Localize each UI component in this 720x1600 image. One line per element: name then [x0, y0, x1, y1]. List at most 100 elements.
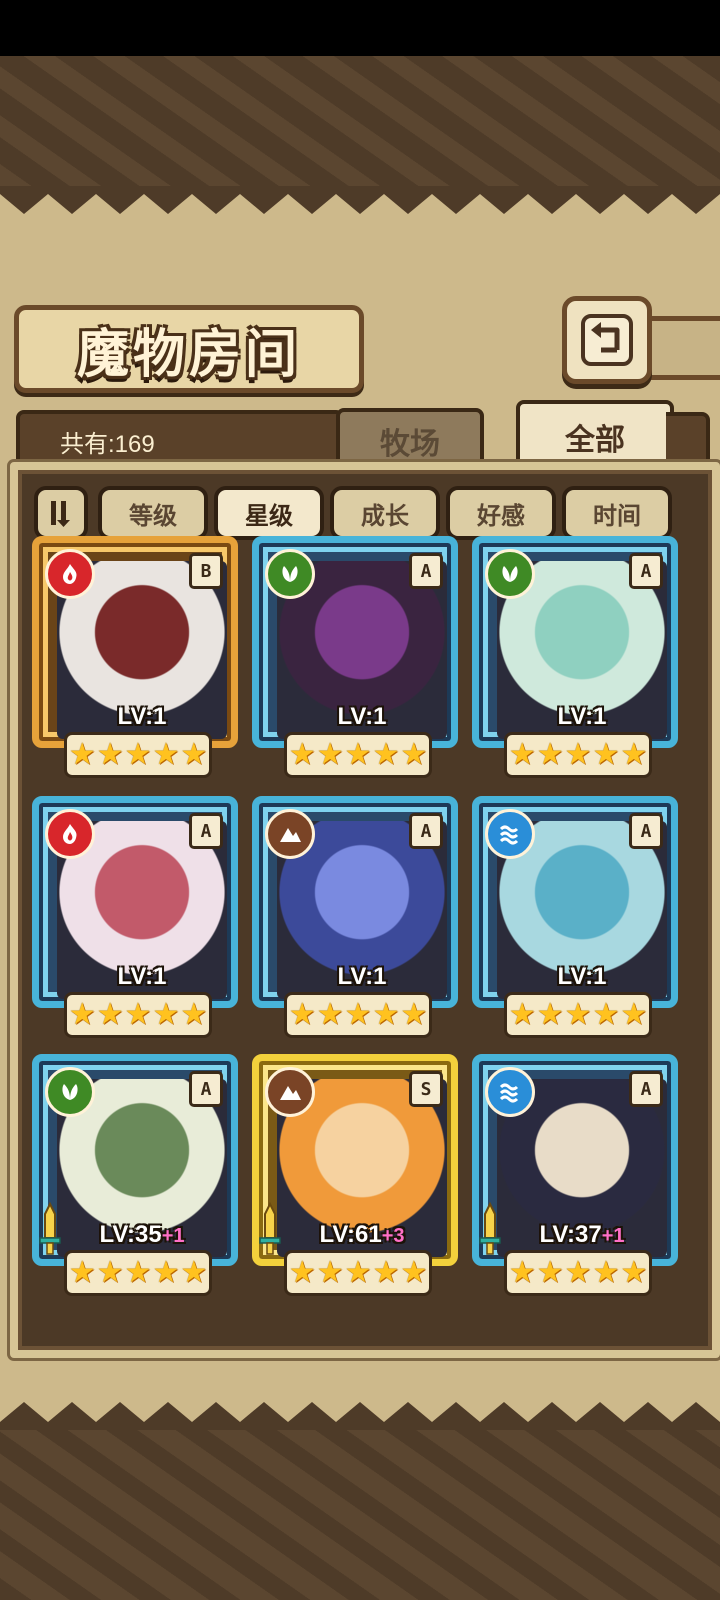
star-icon: ★ — [152, 737, 180, 772]
star-icon: ★ — [180, 737, 208, 772]
star-icon: ★ — [508, 997, 536, 1032]
star-icon: ★ — [288, 737, 316, 772]
level-text: LV:1 — [557, 703, 607, 730]
card-frame: A LV:37+1 — [472, 1054, 678, 1266]
monster-level: LV:1 — [259, 963, 451, 991]
star-icon: ★ — [400, 737, 428, 772]
sword-icon — [39, 1202, 61, 1255]
return-arrow-icon — [581, 314, 633, 366]
star-icon: ★ — [564, 1255, 592, 1290]
monster-card[interactable]: A LV:35+1 ★ ★ ★ ★ ★ — [32, 1054, 238, 1296]
star-icon: ★ — [536, 997, 564, 1032]
star-icon: ★ — [124, 737, 152, 772]
star-icon: ★ — [372, 1255, 400, 1290]
sort-level-button[interactable]: 等级 — [98, 486, 208, 540]
monster-level: LV:37+1 — [479, 1221, 671, 1249]
star-icon: ★ — [372, 997, 400, 1032]
card-frame: A LV:35+1 — [32, 1054, 238, 1266]
level-text: LV:1 — [117, 963, 167, 990]
status-bar — [0, 0, 720, 56]
zigzag-edge-top — [0, 186, 720, 214]
card-frame: A LV:1 — [472, 796, 678, 1008]
level-text: LV:1 — [117, 703, 167, 730]
sort-time-button[interactable]: 时间 — [562, 486, 672, 540]
star-icon: ★ — [96, 997, 124, 1032]
star-rating: ★ ★ ★ ★ ★ — [504, 1250, 652, 1296]
star-icon: ★ — [620, 737, 648, 772]
star-icon: ★ — [152, 997, 180, 1032]
level-text: LV:1 — [337, 963, 387, 990]
sort-growth-button[interactable]: 成长 — [330, 486, 440, 540]
star-icon: ★ — [400, 1255, 428, 1290]
star-icon: ★ — [592, 997, 620, 1032]
title-banner: 魔物房间 — [14, 305, 364, 393]
card-frame: B LV:1 — [32, 536, 238, 748]
level-text: LV:1 — [337, 703, 387, 730]
star-icon: ★ — [620, 1255, 648, 1290]
star-icon: ★ — [508, 737, 536, 772]
background-map-top — [0, 56, 720, 186]
element-badge — [265, 809, 315, 859]
leaf-icon — [282, 566, 298, 582]
sword-icon — [479, 1202, 501, 1255]
sort-order-toggle[interactable] — [34, 486, 88, 540]
star-icon: ★ — [564, 997, 592, 1032]
star-icon: ★ — [316, 1255, 344, 1290]
star-rating: ★ ★ ★ ★ ★ — [504, 992, 652, 1038]
rank-badge: A — [629, 813, 663, 849]
sort-affection-button[interactable]: 好感 — [446, 486, 556, 540]
monster-level: LV:1 — [259, 703, 451, 731]
rank-badge: A — [629, 553, 663, 589]
monster-level: LV:1 — [479, 963, 671, 991]
star-icon: ★ — [180, 997, 208, 1032]
star-icon: ★ — [564, 737, 592, 772]
element-badge — [45, 809, 95, 859]
monster-level: LV:1 — [39, 703, 231, 731]
monster-card[interactable]: A LV:1 ★ ★ ★ ★ ★ — [32, 796, 238, 1038]
monster-card[interactable]: B LV:1 ★ ★ ★ ★ ★ — [32, 536, 238, 778]
monster-card[interactable]: A LV:1 ★ ★ ★ ★ ★ — [252, 536, 458, 778]
level-text: LV:1 — [557, 963, 607, 990]
rank-badge: A — [189, 813, 223, 849]
monster-card[interactable]: A LV:1 ★ ★ ★ ★ ★ — [472, 796, 678, 1038]
monster-card[interactable]: S LV:61+3 ★ ★ ★ ★ ★ — [252, 1054, 458, 1296]
monster-level: LV:35+1 — [39, 1221, 231, 1249]
star-icon: ★ — [372, 737, 400, 772]
sort-star-button[interactable]: 星级 — [214, 486, 324, 540]
star-rating: ★ ★ ★ ★ ★ — [284, 732, 432, 778]
mountain-icon — [280, 1086, 301, 1100]
monster-card[interactable]: A LV:37+1 ★ ★ ★ ★ ★ — [472, 1054, 678, 1296]
back-button[interactable] — [562, 296, 652, 384]
monster-card[interactable]: A LV:1 ★ ★ ★ ★ ★ — [472, 536, 678, 778]
star-icon: ★ — [68, 737, 96, 772]
star-rating: ★ ★ ★ ★ ★ — [284, 1250, 432, 1296]
star-icon: ★ — [344, 737, 372, 772]
star-icon: ★ — [536, 737, 564, 772]
monster-card[interactable]: A LV:1 ★ ★ ★ ★ ★ — [252, 796, 458, 1038]
star-icon: ★ — [68, 1255, 96, 1290]
star-icon: ★ — [592, 737, 620, 772]
level-bonus: +3 — [381, 1225, 405, 1247]
zigzag-edge-bottom — [0, 1402, 720, 1430]
rank-badge: A — [409, 813, 443, 849]
element-badge — [45, 549, 95, 599]
rank-badge: A — [409, 553, 443, 589]
page-title: 魔物房间 — [76, 323, 301, 385]
fire-icon — [63, 824, 77, 844]
rank-badge: B — [189, 553, 223, 589]
card-frame: A LV:1 — [252, 796, 458, 1008]
star-icon: ★ — [316, 997, 344, 1032]
sort-order-icon — [51, 501, 70, 527]
star-icon: ★ — [124, 997, 152, 1032]
sword-icon — [259, 1202, 281, 1255]
star-rating: ★ ★ ★ ★ ★ — [284, 992, 432, 1038]
star-icon: ★ — [620, 997, 648, 1032]
monster-level: LV:1 — [39, 963, 231, 991]
star-icon: ★ — [508, 1255, 536, 1290]
level-bonus: +1 — [161, 1225, 185, 1247]
monster-level: LV:1 — [479, 703, 671, 731]
star-icon: ★ — [288, 997, 316, 1032]
monster-count: 共有:169 — [60, 431, 155, 458]
star-rating: ★ ★ ★ ★ ★ — [64, 732, 212, 778]
leaf-icon — [502, 566, 518, 582]
